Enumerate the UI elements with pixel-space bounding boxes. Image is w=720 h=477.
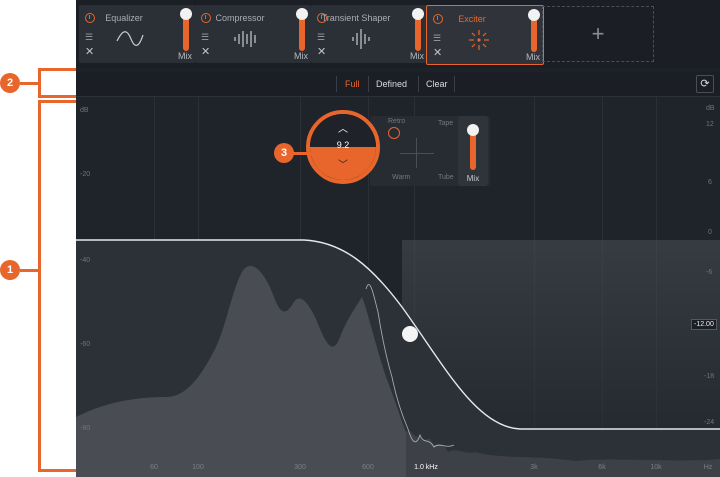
close-icon[interactable]: ✕ [317,47,326,58]
db-label-left: -20 [80,171,91,178]
add-module-slot[interactable]: + [542,6,654,62]
mix-label: Mix [178,51,192,61]
annotation-bracket-1-top [38,100,76,103]
annotation-line-1 [20,269,38,272]
mix-label: Mix [294,51,308,61]
freq-label: 10k [650,464,662,471]
db-label-left: dB [80,107,89,114]
divider [368,76,369,92]
retro-label: Retro [388,118,406,125]
amount-value: 9.2 [336,140,350,150]
menu-icon[interactable]: ☰ [317,33,325,42]
mix-label: Mix [466,174,480,183]
freq-label: 6k [598,464,606,471]
transient-waveform-icon [352,29,370,49]
db-label-right: -6 [706,269,713,276]
pad-crosshair [400,153,434,154]
mix-slider-knob[interactable] [296,8,308,20]
exciter-mix-control[interactable]: Mix [458,116,488,186]
divider [418,76,419,92]
mix-label: Mix [526,52,540,62]
app-window: Equalizer ☰ ✕ Mix Compressor ☰ ✕ Mix Tra… [76,0,720,477]
gain-readout[interactable]: -12.00 [691,319,717,330]
freq-label: 300 [294,464,306,471]
module-transient-shaper[interactable]: Transient Shaper ☰ ✕ Mix [311,5,427,63]
annotation-bracket-2-top [38,68,76,71]
freq-label: 3k [530,464,538,471]
mix-slider-knob[interactable] [412,8,424,20]
db-label-right: 0 [708,229,712,236]
divider [454,76,455,92]
db-label-right: dB [706,105,715,112]
freq-label: 100 [192,464,204,471]
db-label-left: -80 [80,425,91,432]
annotation-badge-1: 1 [0,260,20,280]
annotation-bracket-2-vert [38,68,41,98]
annotation-bracket-2-bottom [38,95,76,98]
exciter-spark-icon [469,30,489,50]
divider [336,76,337,92]
close-icon[interactable]: ✕ [85,47,94,58]
defined-button[interactable]: Defined [376,79,407,89]
annotation-badge-2: 2 [0,73,20,93]
mix-label: Mix [410,51,424,61]
module-compressor[interactable]: Compressor ☰ ✕ Mix [195,5,311,63]
db-label-right: 12 [706,121,714,128]
freq-label-highlight: 1.0 kHz [414,464,438,471]
freq-label: 60 [150,464,158,471]
full-button[interactable]: Full [345,79,360,89]
retro-mode-icon[interactable] [388,127,400,139]
freq-label: Hz [703,464,713,471]
annotation-line-3 [292,152,312,155]
pad-crosshair [416,138,417,168]
module-name: Exciter [458,14,486,24]
chevron-down-icon[interactable]: ﹀ [310,156,376,171]
mix-slider[interactable] [470,130,476,170]
amount-dial[interactable]: ︿ 9.2 ﹀ [306,110,380,184]
module-equalizer[interactable]: Equalizer ☰ ✕ Mix [79,5,195,63]
menu-icon[interactable]: ☰ [85,33,93,42]
module-chain: Equalizer ☰ ✕ Mix Compressor ☰ ✕ Mix Tra… [76,0,720,68]
curve-handle [402,326,418,342]
tape-label: Tape [438,120,454,127]
module-name: Compressor [215,13,265,23]
menu-icon[interactable]: ☰ [201,33,209,42]
db-label-right: 6 [708,179,712,186]
annotation-bracket-1-bottom [38,469,76,472]
eq-curve-icon [116,31,144,46]
freq-label: 600 [362,464,374,471]
mix-slider-knob[interactable] [467,124,479,136]
module-name: Transient Shaper [321,13,391,23]
mix-slider-knob[interactable] [528,9,540,21]
db-label-right: -18 [704,373,715,380]
annotation-badge-3: 3 [274,143,294,163]
toolbar: Full Defined Clear ⟳ [76,72,720,97]
annotation-bracket-1-vert [38,100,41,472]
annotation-line-2 [20,82,38,85]
refresh-icon[interactable]: ⟳ [696,75,714,93]
db-label-right: -24 [704,419,715,426]
module-exciter[interactable]: Exciter ☰ ✕ Mix [426,5,544,65]
warm-label: Warm [392,174,411,181]
mix-slider-knob[interactable] [180,8,192,20]
close-icon[interactable]: ✕ [433,48,442,59]
close-icon[interactable]: ✕ [201,47,210,58]
compressor-waveform-icon [234,31,256,47]
db-label-left: -40 [80,257,91,264]
module-name: Equalizer [105,13,143,23]
db-label-left: -60 [80,341,91,348]
plus-icon: + [591,21,605,46]
tube-label: Tube [438,174,454,181]
chevron-up-icon[interactable]: ︿ [310,120,376,135]
menu-icon[interactable]: ☰ [433,34,441,43]
clear-button[interactable]: Clear [426,79,448,89]
